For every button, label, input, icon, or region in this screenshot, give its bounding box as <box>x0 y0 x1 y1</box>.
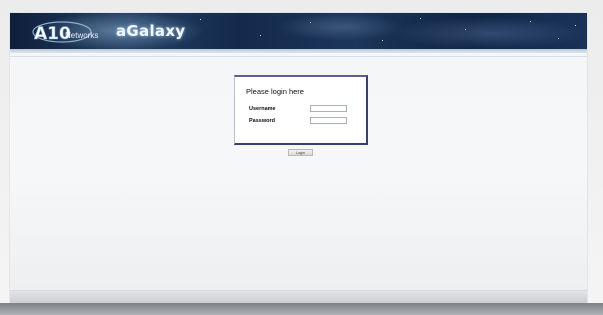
header-banner: A10 Networks aGalaxy <box>10 13 587 49</box>
login-panel: Please login here Username Password <box>234 75 368 145</box>
login-title: Please login here <box>246 87 304 96</box>
product-name: aGalaxy <box>116 22 186 40</box>
page: A10 Networks aGalaxy Please login here U… <box>0 0 603 315</box>
password-input[interactable] <box>310 117 347 124</box>
username-input[interactable] <box>310 105 347 112</box>
login-button[interactable]: Login <box>288 149 313 156</box>
banner-divider <box>10 49 587 53</box>
content-divider <box>10 56 587 57</box>
footer-bar <box>10 290 587 304</box>
brand-networks-text: Networks <box>65 31 98 40</box>
a10-networks-logo: A10 Networks <box>32 21 114 43</box>
password-label: Password <box>249 118 275 124</box>
app-frame: A10 Networks aGalaxy Please login here U… <box>10 13 587 304</box>
a10-logo-icon: A10 Networks <box>32 21 98 43</box>
username-label: Username <box>249 106 276 112</box>
window-bottom-bar <box>0 303 603 315</box>
